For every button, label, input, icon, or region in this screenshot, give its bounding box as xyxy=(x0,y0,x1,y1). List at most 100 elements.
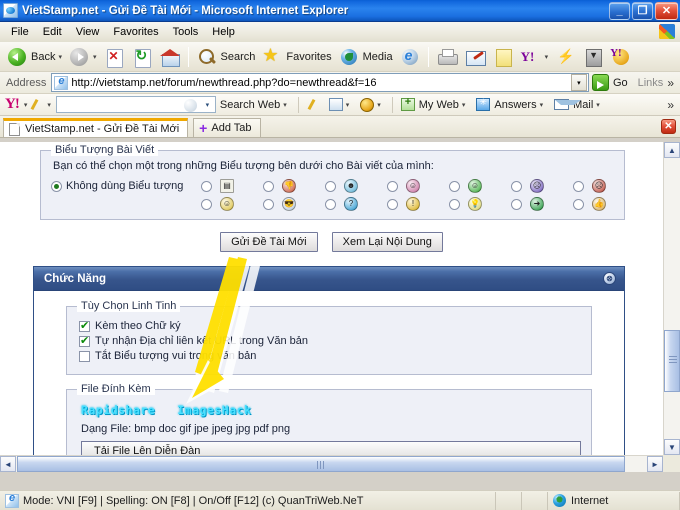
scroll-right-button[interactable]: ► xyxy=(647,456,663,472)
emoticon-option-thumbs-down-icon[interactable]: 👎 xyxy=(263,179,296,193)
list-icon[interactable]: ▤ xyxy=(220,179,234,193)
emoticon-option-arrow-icon[interactable]: ➜ xyxy=(511,197,544,211)
menu-item-favorites[interactable]: Favorites xyxy=(106,24,165,40)
yahoo-search-web-button[interactable]: Search Web ▾ xyxy=(216,98,294,112)
radio-wink-icon[interactable] xyxy=(325,180,336,192)
restore-button[interactable]: ❐ xyxy=(632,1,653,20)
yahoo-antispy-button[interactable]: ▾ xyxy=(356,97,388,113)
signature-checkbox[interactable] xyxy=(79,319,90,332)
close-button[interactable]: ✕ xyxy=(655,1,678,20)
radio-list-icon[interactable] xyxy=(201,180,212,192)
address-dropdown-icon[interactable]: ▾ xyxy=(570,74,587,91)
preview-post-button[interactable]: Xem Lại Nội Dung xyxy=(331,232,443,252)
forward-button[interactable]: ▾ xyxy=(65,44,100,70)
no-icon-radio[interactable] xyxy=(51,180,62,192)
submit-new-thread-button[interactable]: Gửi Đề Tài Mới xyxy=(220,232,318,252)
go-button[interactable]: Go xyxy=(589,74,634,91)
radio-question-icon[interactable] xyxy=(325,198,336,210)
emoticon-option-idea-icon[interactable]: 💡 xyxy=(449,197,482,211)
forward-dropdown-caret-icon[interactable]: ▾ xyxy=(93,53,97,61)
yahoo-logo[interactable]: Y! xyxy=(3,96,21,113)
home-button[interactable] xyxy=(156,44,184,70)
autolink-checkbox[interactable] xyxy=(79,334,90,347)
thumbs-up-icon[interactable]: 👍 xyxy=(592,197,606,211)
no-icon-option[interactable]: Không dùng Biểu tượng xyxy=(51,179,201,192)
notes-button[interactable] xyxy=(489,44,517,70)
arrow-icon[interactable]: ➜ xyxy=(530,197,544,211)
yahoo-search-input[interactable]: ▾ xyxy=(55,96,216,113)
wink-icon[interactable]: ☻ xyxy=(344,179,358,193)
mail-caret-icon[interactable]: ▾ xyxy=(593,101,603,109)
media-button[interactable]: Media xyxy=(335,44,396,70)
yahoo-logo-caret-icon[interactable]: ▾ xyxy=(21,101,31,109)
back-dropdown-caret-icon[interactable]: ▾ xyxy=(58,53,62,61)
messenger-button[interactable] xyxy=(551,44,579,70)
radio-thumbs-down-icon[interactable] xyxy=(263,180,274,192)
radio-idea-icon[interactable] xyxy=(449,198,460,210)
address-overflow-caret-icon[interactable]: » xyxy=(667,76,677,90)
emoticon-option-grin-icon[interactable]: ☺ xyxy=(449,179,482,193)
links-label[interactable]: Links xyxy=(634,77,668,89)
history-button[interactable] xyxy=(396,44,424,70)
tab-vietstamp[interactable]: VietStamp.net - Gửi Đề Tài Mới xyxy=(3,118,189,137)
emoticon-option-angry-icon[interactable]: ☹ xyxy=(511,179,544,193)
disable-smilies-checkbox[interactable] xyxy=(79,350,90,362)
search-button[interactable]: Search xyxy=(193,44,259,70)
rapidshare-link[interactable]: Rapidshare xyxy=(81,403,155,417)
yahoo-myweb-button[interactable]: My Web ▾ xyxy=(397,96,473,112)
option-disable-smilies[interactable]: Tắt Biểu tượng vui trong văn bản xyxy=(79,350,581,362)
exclaim-icon[interactable]: ! xyxy=(406,197,420,211)
radio-blush-icon[interactable] xyxy=(387,180,398,192)
yahoo-mail-button[interactable]: Mail ▾ xyxy=(550,98,607,112)
scroll-down-button[interactable]: ▼ xyxy=(664,439,680,455)
radio-cool-icon[interactable] xyxy=(263,198,274,210)
yahoo-pencil-caret-icon[interactable]: ▾ xyxy=(44,101,54,109)
radio-angry-icon[interactable] xyxy=(511,180,522,192)
close-tab-button[interactable]: ✕ xyxy=(661,119,676,134)
scroll-up-button[interactable]: ▲ xyxy=(664,142,680,158)
emoticon-option-wink-icon[interactable]: ☻ xyxy=(325,179,358,193)
answers-caret-icon[interactable]: ▾ xyxy=(537,101,547,109)
angry-icon[interactable]: ☹ xyxy=(530,179,544,193)
popup-blocker-caret-icon[interactable]: ▾ xyxy=(343,101,353,109)
yahoo-answers-button[interactable]: Answers ▾ xyxy=(472,97,550,112)
idea-icon[interactable]: 💡 xyxy=(468,197,482,211)
myweb-caret-icon[interactable]: ▾ xyxy=(459,101,469,109)
grin-icon[interactable]: ☺ xyxy=(468,179,482,193)
yahoo-button[interactable]: ▾ xyxy=(517,44,552,70)
radio-exclaim-icon[interactable] xyxy=(387,198,398,210)
emoticon-option-question-icon[interactable]: ? xyxy=(325,197,358,211)
yahoo-pencil-icon[interactable] xyxy=(30,97,44,113)
yahoo-dropdown-caret-icon[interactable]: ▾ xyxy=(545,53,549,61)
yahoo-popup-blocker-button[interactable]: ▾ xyxy=(325,97,357,112)
download-button[interactable] xyxy=(579,44,607,70)
menu-item-tools[interactable]: Tools xyxy=(166,24,206,40)
edit-button[interactable] xyxy=(461,44,489,70)
horizontal-scrollbar[interactable]: ◄ ► xyxy=(0,455,663,472)
cool-icon[interactable]: 😎 xyxy=(282,197,296,211)
upload-file-button[interactable]: Tải File Lên Diễn Đàn xyxy=(81,441,581,455)
option-autolink[interactable]: Tự nhận Địa chỉ liên kết URL trong Văn b… xyxy=(79,334,581,347)
menu-item-edit[interactable]: Edit xyxy=(36,24,69,40)
thumbs-down-icon[interactable]: 👎 xyxy=(282,179,296,193)
radio-smile-icon[interactable] xyxy=(201,198,212,210)
menu-item-file[interactable]: File xyxy=(4,24,36,40)
yahoo-overflow-caret-icon[interactable]: » xyxy=(667,98,677,112)
radio-grin-icon[interactable] xyxy=(449,180,460,192)
menu-item-help[interactable]: Help xyxy=(205,24,242,40)
blush-icon[interactable]: ☺ xyxy=(406,179,420,193)
menu-item-view[interactable]: View xyxy=(69,24,107,40)
scroll-left-button[interactable]: ◄ xyxy=(0,456,16,472)
emoticon-option-cool-icon[interactable]: 😎 xyxy=(263,197,296,211)
emoticon-option-smile-icon[interactable]: ☺ xyxy=(201,197,234,211)
emoticon-option-blush-icon[interactable]: ☺ xyxy=(387,179,420,193)
radio-thumbs-up-icon[interactable] xyxy=(573,198,584,210)
add-tab-button[interactable]: + Add Tab xyxy=(193,118,261,137)
favorites-button[interactable]: Favorites xyxy=(258,44,334,70)
radio-arrow-icon[interactable] xyxy=(511,198,522,210)
vertical-scroll-thumb[interactable] xyxy=(664,330,680,392)
search-web-caret-icon[interactable]: ▾ xyxy=(280,101,290,109)
print-button[interactable] xyxy=(433,44,461,70)
address-input[interactable]: http://vietstamp.net/forum/newthread.php… xyxy=(51,73,589,92)
red-angry-icon[interactable]: ☹ xyxy=(592,179,606,193)
